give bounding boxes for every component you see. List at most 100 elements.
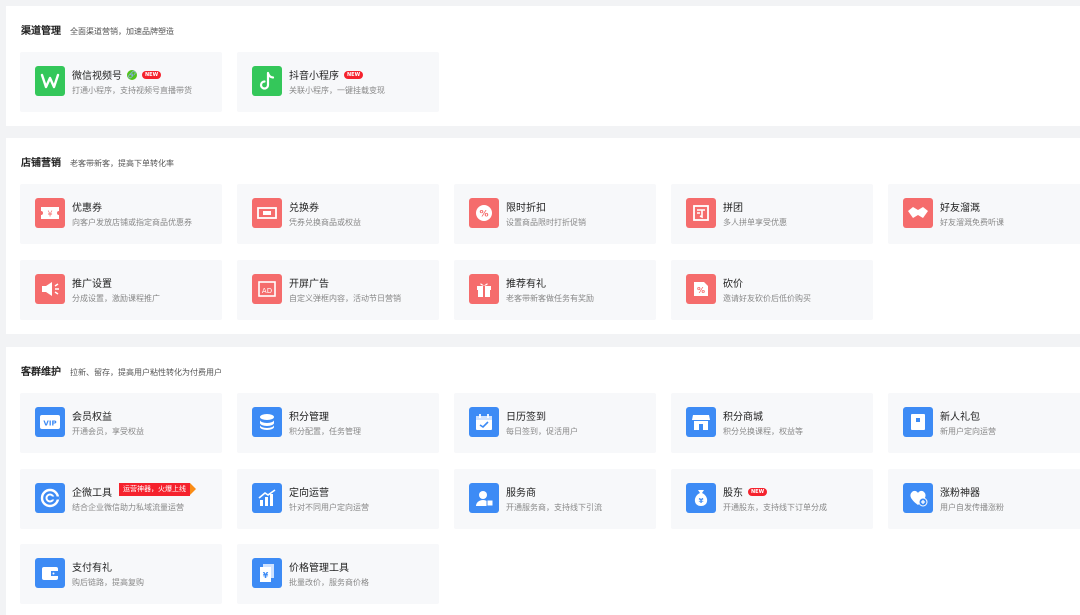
card-calendar-checkin[interactable]: 日历签到 每日签到，促活用户 [454,393,656,453]
douyin-icon [252,66,282,96]
customer-section: 客群维护 拉新、留存，提高用户粘性转化为付费用户 VIP 会员权益 开通会员，享… [6,347,1080,615]
new-badge: NEW [142,70,162,79]
svg-text:VIP: VIP [43,420,56,428]
svg-text:¥: ¥ [699,497,704,505]
svg-text:¥: ¥ [263,571,269,580]
bargain-icon: % [686,274,716,304]
card-desc: 分成设置，激励课程推广 [72,294,160,303]
card-desc: 多人拼单享受优惠 [723,218,787,227]
megaphone-icon [35,274,65,304]
section-title: 店铺营销 [21,158,61,169]
price-tag-icon: ¥ [252,558,282,588]
card-wechat-channels[interactable]: 微信视频号 🔗 NEW 打通小程序，支持视频号直播带货 [20,52,222,112]
card-title: 定向运营 [289,488,329,499]
coupon-icon: ¥ [35,198,65,228]
card-points-management[interactable]: 积分管理 积分配置，任务管理 [237,393,439,453]
section-desc: 拉新、留存，提高用户粘性转化为付费用户 [70,368,222,377]
card-desc: 好友溜溉免费听课 [940,218,1004,227]
calendar-icon [469,407,499,437]
card-bargain[interactable]: % 砍价 邀请好友砍价后低价购买 [671,260,873,320]
section-title: 客群维护 [21,367,61,378]
card-desc: 结合企业微信助力私域流量运营 [72,503,184,512]
gift-icon [469,274,499,304]
card-service-provider[interactable]: 服务商 开通服务商，支持线下引流 [454,469,656,529]
card-title: 积分管理 [289,412,329,423]
card-desc: 向客户发放店铺或指定商品优惠券 [72,218,192,227]
card-title: 涨粉神器 [940,488,980,499]
card-newcomer-pack[interactable]: 新人礼包 新用户定向运营 [888,393,1080,453]
card-title: 微信视频号 [72,71,122,82]
section-header: 店铺营销 老客带新客，提高下单转化率 [21,154,174,170]
card-member-benefits[interactable]: VIP 会员权益 开通会员，享受权益 [20,393,222,453]
card-wecom-tools[interactable]: 企微工具 运营神器，火爆上线 结合企业微信助力私域流量运营 [20,469,222,529]
card-fan-growth[interactable]: 涨粉神器 用户自发传播涨粉 [888,469,1080,529]
ad-icon: AD [252,274,282,304]
card-title: 拼团 [723,203,743,214]
store-icon [686,407,716,437]
link-icon: 🔗 [127,69,137,80]
section-desc: 老客带新客，提高下单转化率 [70,159,174,168]
card-desc: 每日签到，促活用户 [506,427,578,436]
card-title: 兑换券 [289,203,319,214]
vip-icon: VIP [35,407,65,437]
card-points-mall[interactable]: 积分商城 积分兑换课程，权益等 [671,393,873,453]
card-desc: 设置商品限时打折促销 [506,218,586,227]
card-group-buy[interactable]: 拼团 多人拼单享受优惠 [671,184,873,244]
card-desc: 开通会员，享受权益 [72,427,144,436]
card-flash-discount[interactable]: % 限时折扣 设置商品限时打折促销 [454,184,656,244]
promo-ribbon: 运营神器，火爆上线 [119,483,196,496]
card-friend-share[interactable]: 好友溜溉 好友溜溉免费听课 [888,184,1080,244]
card-desc: 开通服务商，支持线下引流 [506,503,602,512]
card-desc: 积分兑换课程，权益等 [723,427,803,436]
group-buy-icon [686,198,716,228]
card-title: 好友溜溉 [940,203,980,214]
section-title: 渠道管理 [21,26,61,37]
card-title: 日历签到 [506,412,546,423]
card-coupon[interactable]: ¥ 优惠券 向客户发放店铺或指定商品优惠券 [20,184,222,244]
card-desc: 老客带新客做任务有奖励 [506,294,594,303]
card-title: 开屏广告 [289,279,329,290]
card-desc: 购后链路，提高复购 [72,578,144,587]
user-card-icon [469,483,499,513]
wechat-channels-icon [35,66,65,96]
card-targeted-ops[interactable]: 定向运营 针对不同用户定向运营 [237,469,439,529]
new-badge: NEW [748,487,768,496]
card-desc: 凭券兑换商品或权益 [289,218,361,227]
card-price-management[interactable]: ¥ 价格管理工具 批量改价，服务商价格 [237,544,439,604]
card-title: 优惠券 [72,203,102,214]
card-desc: 新用户定向运营 [940,427,996,436]
card-douyin-miniapp[interactable]: 抖音小程序 NEW 关联小程序，一键挂载变现 [237,52,439,112]
svg-text:AD: AD [262,287,272,295]
svg-text:%: % [697,286,705,295]
card-promotion-settings[interactable]: 推广设置 分成设置，激励课程推广 [20,260,222,320]
card-title: 企微工具 [72,488,112,499]
card-shareholder[interactable]: ¥ 股东 NEW 开通股东，支持线下订单分成 [671,469,873,529]
discount-icon: % [469,198,499,228]
card-title: 会员权益 [72,412,112,423]
card-payment-reward[interactable]: 支付有礼 购后链路，提高复购 [20,544,222,604]
section-header: 客群维护 拉新、留存，提高用户粘性转化为付费用户 [21,363,222,379]
card-title: 新人礼包 [940,412,980,423]
card-title: 价格管理工具 [289,563,349,574]
wecom-icon [35,483,65,513]
gift-box-icon [903,407,933,437]
section-desc: 全面渠道营销，加速品牌塑造 [70,27,174,36]
money-bag-icon: ¥ [686,483,716,513]
card-desc: 关联小程序，一键挂载变现 [289,86,385,95]
card-title: 支付有礼 [72,563,112,574]
heart-plus-icon [903,483,933,513]
trend-chart-icon [252,483,282,513]
card-title: 推荐有礼 [506,279,546,290]
card-title: 砍价 [723,279,743,290]
card-redeem-voucher[interactable]: 兑换券 凭券兑换商品或权益 [237,184,439,244]
card-title: 限时折扣 [506,203,546,214]
card-splash-ad[interactable]: AD 开屏广告 自定义弹框内容，活动节日营销 [237,260,439,320]
card-desc: 积分配置，任务管理 [289,427,361,436]
store-section: 店铺营销 老客带新客，提高下单转化率 ¥ 优惠券 向客户发放店铺或指定商品优惠券… [6,138,1080,334]
card-title: 股东 [723,488,743,499]
card-desc: 开通股东，支持线下订单分成 [723,503,827,512]
card-referral-reward[interactable]: 推荐有礼 老客带新客做任务有奖励 [454,260,656,320]
coins-icon [252,407,282,437]
card-desc: 自定义弹框内容，活动节日营销 [289,294,401,303]
handshake-icon [903,198,933,228]
